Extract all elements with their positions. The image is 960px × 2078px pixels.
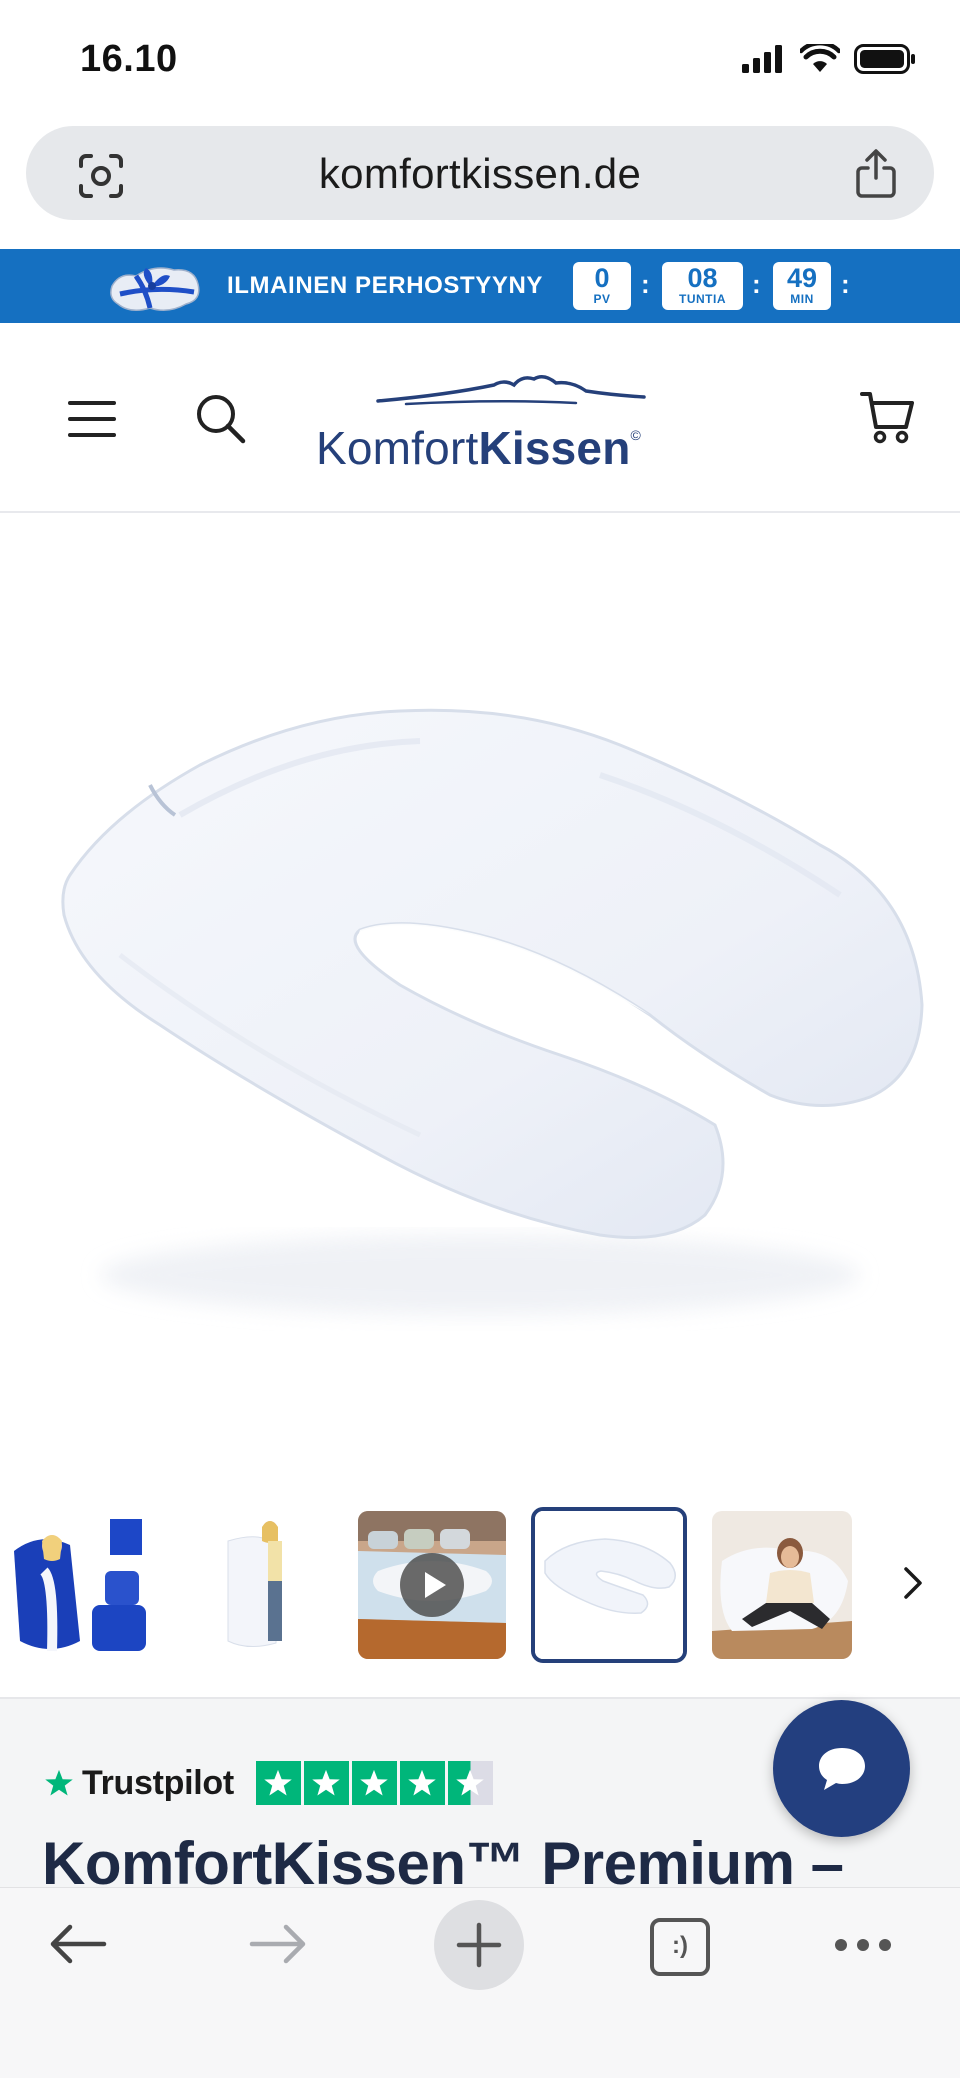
address-bar[interactable]: komfortkissen.de	[26, 126, 934, 220]
cellular-signal-icon	[742, 45, 782, 73]
trustpilot-label: Trustpilot	[82, 1763, 234, 1802]
rating-star-icon	[303, 1761, 349, 1805]
chevron-right-icon[interactable]	[900, 1563, 926, 1603]
battery-icon	[854, 44, 915, 74]
rating-star-icon	[399, 1761, 445, 1805]
site-header: KomfortKissen©	[0, 323, 960, 513]
rating-stars	[255, 1761, 493, 1805]
new-tab-plus-icon	[456, 1922, 502, 1968]
blue-pillow-thumb-image	[0, 1511, 148, 1659]
search-icon[interactable]	[195, 393, 247, 445]
new-tab-button[interactable]	[434, 1900, 524, 1990]
logo-text: KomfortKissen©	[316, 421, 641, 475]
chat-button[interactable]	[773, 1700, 910, 1837]
url-text[interactable]: komfortkissen.de	[26, 150, 934, 198]
tabs-glyph: :)	[672, 1932, 688, 1959]
status-time: 16.10	[80, 38, 178, 80]
countdown-hours-value: 08	[687, 263, 718, 293]
browser-toolbar: :)	[0, 1887, 960, 2078]
rating-half-star-icon	[447, 1761, 493, 1805]
back-arrow-icon[interactable]	[48, 1922, 108, 1966]
cart-icon[interactable]	[860, 389, 916, 445]
countdown-separator: :	[841, 269, 850, 299]
promo-text: ILMAINEN PERHOSTYYNY	[227, 272, 544, 299]
more-icon[interactable]	[834, 1938, 892, 1952]
thumbnail-2[interactable]	[188, 1511, 336, 1659]
logo-text-bold: Kissen	[478, 422, 631, 474]
countdown-hours-label: TUNTIA	[679, 292, 726, 306]
countdown-minutes-label: MIN	[790, 292, 814, 306]
gift-pillow-icon	[110, 267, 200, 311]
status-icons	[742, 44, 916, 74]
product-main-image[interactable]	[0, 515, 960, 1475]
countdown-separator: :	[752, 269, 761, 299]
forward-arrow-icon[interactable]	[248, 1922, 308, 1966]
u-pillow-thumb-image	[535, 1511, 683, 1659]
u-shaped-pillow-image	[61, 708, 924, 1315]
play-icon[interactable]	[400, 1553, 464, 1617]
menu-icon[interactable]	[68, 399, 118, 439]
woman-with-white-pillow-thumb-image	[188, 1511, 336, 1659]
wifi-icon	[800, 44, 840, 72]
status-bar: 16.10	[0, 0, 960, 120]
thumbnail-1[interactable]	[0, 1511, 148, 1659]
phone-screen: 16.10 komfortkissen.de ILMAINEN PERHOSTY…	[0, 0, 960, 2078]
countdown-separator: :	[641, 269, 650, 299]
trustpilot-star-icon	[45, 1769, 73, 1796]
share-icon[interactable]	[854, 148, 898, 200]
tabs-icon[interactable]: :)	[650, 1918, 710, 1976]
logo-mountains-icon	[376, 375, 646, 406]
chat-bubble-icon	[818, 1747, 865, 1790]
logo-text-light: Komfort	[316, 422, 479, 474]
promo-banner[interactable]: ILMAINEN PERHOSTYYNY 0 PV : 08 TUNTIA : …	[0, 249, 960, 323]
thumbnail-5[interactable]	[712, 1511, 852, 1659]
woman-relaxing-thumb-image	[712, 1511, 852, 1659]
rating-star-icon	[255, 1761, 301, 1805]
countdown-minutes-value: 49	[786, 263, 818, 293]
thumbnail-strip	[0, 1505, 960, 1665]
site-logo[interactable]: KomfortKissen©	[316, 371, 646, 474]
logo-registered-mark: ©	[630, 427, 642, 443]
rating-star-icon	[351, 1761, 397, 1805]
countdown-days: 0 PV	[573, 262, 631, 310]
countdown-hours: 08 TUNTIA	[662, 262, 743, 310]
countdown-days-value: 0	[594, 263, 610, 293]
countdown-minutes: 49 MIN	[773, 262, 831, 310]
thumbnail-4-selected[interactable]	[531, 1507, 687, 1663]
thumbnail-3-video[interactable]	[358, 1511, 506, 1659]
trustpilot-rating[interactable]: Trustpilot	[44, 1761, 493, 1805]
countdown-days-label: PV	[593, 292, 611, 306]
